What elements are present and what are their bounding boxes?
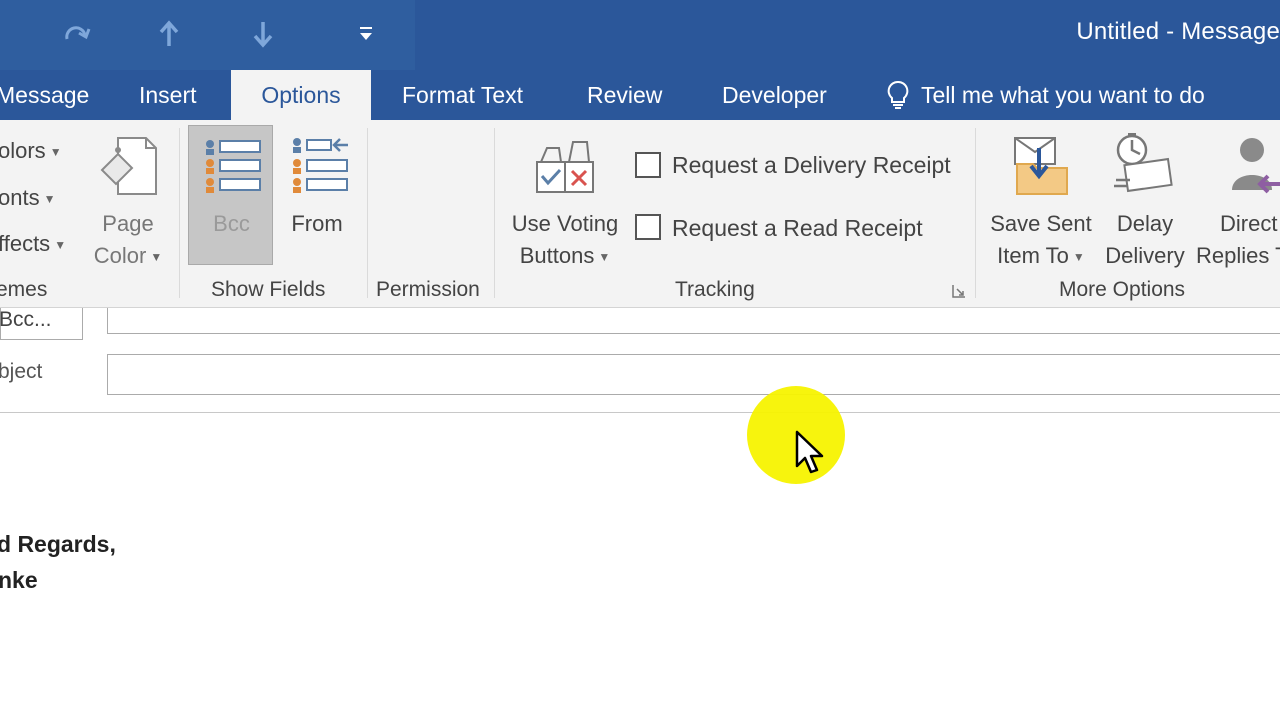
read-receipt-label[interactable]: Request a Read Receipt — [672, 215, 923, 242]
tell-me-label: Tell me what you want to do — [921, 81, 1205, 108]
dialog-launcher-icon[interactable] — [951, 283, 967, 299]
page-color-label-1: Page — [102, 211, 154, 236]
more-options-group-label: More Options — [1059, 278, 1186, 301]
theme-fonts-label: onts — [0, 185, 40, 210]
read-receipt-checkbox[interactable] — [635, 214, 661, 240]
customize-qat-button[interactable] — [346, 14, 386, 54]
group-divider — [367, 128, 368, 298]
redo-icon — [65, 26, 91, 40]
chevron-down-icon: ▼ — [54, 238, 67, 253]
page-color-text: Color — [93, 243, 147, 268]
subject-label: bject — [0, 360, 43, 383]
message-body[interactable]: d Regards, nke — [0, 413, 1280, 720]
themes-group-label: emes — [0, 278, 48, 301]
save-sent-folder-icon — [1014, 137, 1068, 195]
save-sent-item-dropdown[interactable]: Save Sent Item To ▼ — [985, 130, 1097, 270]
tab-developer[interactable]: Developer — [712, 70, 837, 120]
tab-insert[interactable]: Insert — [129, 70, 207, 120]
chevron-down-icon: ▼ — [150, 250, 163, 265]
direct-label-1: Direct — [1220, 211, 1278, 236]
up-arrow-icon — [159, 20, 179, 46]
tell-me-search[interactable]: Tell me what you want to do — [885, 70, 1205, 120]
subject-input[interactable] — [107, 354, 1280, 395]
group-divider — [975, 128, 976, 298]
chevron-down-icon: ▼ — [49, 145, 62, 160]
group-divider — [179, 128, 180, 298]
theme-fonts-dropdown[interactable]: onts ▼ — [0, 185, 55, 211]
delivery-receipt-label[interactable]: Request a Delivery Receipt — [672, 152, 951, 179]
bcc-icon — [206, 140, 261, 193]
delay-label-2: Delivery — [1105, 243, 1185, 268]
theme-colors-dropdown[interactable]: olors ▼ — [0, 138, 62, 164]
customize-qat-icon — [360, 27, 372, 40]
mouse-pointer-icon — [795, 430, 824, 474]
page-color-label-2: Color ▼ — [86, 240, 170, 273]
tracking-group-label: Tracking — [675, 278, 755, 301]
permission-group-label: Permission — [376, 278, 480, 301]
voting-label-1: Use Voting — [511, 211, 619, 236]
signature-line-1: d Regards, — [0, 531, 116, 557]
page-color-icon — [100, 137, 157, 195]
lightbulb-icon — [887, 80, 909, 109]
delay-label-1: Delay — [1116, 211, 1174, 236]
theme-effects-dropdown[interactable]: ffects ▼ — [0, 231, 66, 257]
chevron-down-icon: ▼ — [43, 192, 56, 207]
chevron-down-icon: ▼ — [598, 250, 611, 265]
from-toggle-button[interactable]: From — [282, 130, 352, 270]
page-color-button[interactable]: Page Color ▼ — [86, 130, 170, 270]
tab-format-text[interactable]: Format Text — [392, 70, 533, 120]
signature-line-2: nke — [0, 567, 38, 593]
redo-button[interactable] — [56, 14, 96, 54]
delivery-receipt-checkbox[interactable] — [635, 152, 661, 178]
direct-replies-icon — [1232, 138, 1280, 194]
delay-delivery-icon — [1114, 133, 1173, 193]
chevron-down-icon: ▼ — [1072, 250, 1085, 265]
theme-effects-label: ffects — [0, 231, 51, 256]
voting-icon — [536, 141, 594, 193]
delay-delivery-button[interactable]: Delay Delivery — [1100, 130, 1190, 270]
bcc-input[interactable] — [107, 308, 1280, 334]
bcc-toggle-button[interactable]: Bcc — [188, 125, 273, 265]
bcc-label: Bcc — [213, 211, 250, 236]
bcc-field-button[interactable]: Bcc... — [0, 308, 83, 340]
tab-review[interactable]: Review — [577, 70, 672, 120]
from-label: From — [291, 211, 343, 236]
previous-item-button[interactable] — [149, 14, 189, 54]
save-sent-label-2: Item To ▼ — [985, 240, 1097, 273]
from-icon — [293, 138, 348, 193]
ribbon-panel: olors ▼ onts ▼ ffects ▼ Page Color ▼ emes Bc… — [0, 120, 1280, 308]
group-divider — [494, 128, 495, 298]
voting-text: Buttons — [519, 243, 595, 268]
theme-colors-label: olors — [0, 138, 46, 163]
direct-label-2: Replies T — [1196, 243, 1280, 268]
window-title: Untitled - Message — [1076, 18, 1280, 45]
save-sent-label-1: Save Sent — [990, 211, 1092, 236]
tab-message[interactable]: Message — [0, 70, 99, 120]
voting-buttons-dropdown[interactable]: Use Voting Buttons ▼ — [503, 130, 627, 270]
show-fields-group-label: Show Fields — [211, 278, 326, 301]
down-arrow-icon — [253, 22, 273, 48]
voting-label-2: Buttons ▼ — [503, 240, 627, 273]
direct-replies-button[interactable]: Direct Replies T — [1196, 130, 1280, 270]
next-item-button[interactable] — [243, 14, 283, 54]
title-bar: Untitled - Message — [0, 0, 1280, 70]
save-sent-text: Item To — [997, 243, 1069, 268]
ribbon-tabs: Message Insert Options Format Text Revie… — [0, 70, 1280, 120]
tab-options[interactable]: Options — [231, 70, 371, 120]
